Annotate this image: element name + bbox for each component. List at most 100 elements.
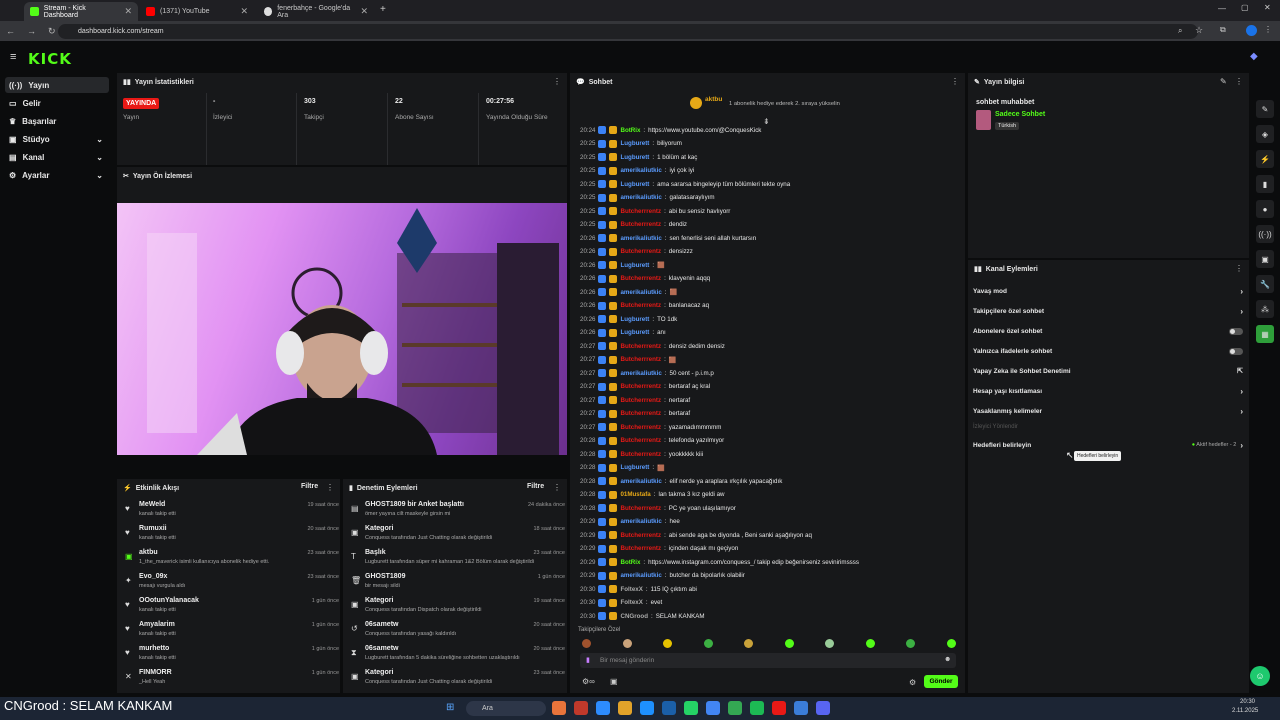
emote-icon[interactable] <box>784 639 794 648</box>
emote-icon[interactable] <box>663 639 672 648</box>
activity-username[interactable]: OOotunYalanacak <box>139 597 199 604</box>
message-username[interactable]: Butcherrrentz <box>620 532 661 539</box>
message-username[interactable]: 01Mustafa <box>620 491 650 498</box>
activity-username[interactable]: FINMORR <box>139 669 172 676</box>
forward-icon[interactable]: → <box>27 26 36 36</box>
taskbar-app-icon[interactable] <box>574 701 588 715</box>
emote-icon[interactable] <box>744 639 753 648</box>
message-username[interactable]: Lugburett <box>620 316 649 323</box>
stream-preview-video[interactable] <box>117 203 567 455</box>
message-username[interactable]: Lugburett <box>620 329 649 336</box>
activity-item[interactable]: ♥ Amyalarim kanalı takip etti 1 gün önce <box>125 621 339 643</box>
new-tab-button[interactable]: + <box>380 4 386 15</box>
moderation-item[interactable]: ▣ Kategori Conquess tarafından Just Chat… <box>351 669 565 691</box>
message-username[interactable]: amerikaliutkic <box>620 235 661 242</box>
chat-message[interactable]: 20:28 Butcherrrentz: yookkkkk kiii <box>580 448 960 460</box>
chat-message[interactable]: 20:27 Butcherrrentz: bertaraf aç kral <box>580 381 960 393</box>
message-username[interactable]: Butcherrrentz <box>620 302 661 309</box>
card-icon[interactable]: ▮ <box>1256 175 1274 193</box>
chat-message[interactable]: 20:28 Butcherrrentz: telefonda yazılmıyo… <box>580 435 960 447</box>
shield-icon[interactable]: ◈ <box>1256 125 1274 143</box>
chat-tools-icon[interactable]: ⚙∞ <box>582 677 595 686</box>
chat-message[interactable]: 20:27 Butcherrrentz: yazamadımmmmm <box>580 421 960 433</box>
taskbar-app-icon[interactable] <box>618 701 632 715</box>
emote-icon[interactable] <box>703 639 713 648</box>
pinned-user[interactable]: aktbu <box>705 96 722 103</box>
chat-message[interactable]: 20:26 amerikaliutkic: sen fenerlisi seni… <box>580 232 960 244</box>
emote-icon[interactable] <box>825 639 834 648</box>
chat-message[interactable]: 20:30 CNGrood: SELAM KANKAM <box>580 610 960 622</box>
chat-message[interactable]: 20:25 Lugburett: 1 bölüm at kaç <box>580 151 960 163</box>
sidebar-item-gelir[interactable]: ▭ Gelir <box>5 95 109 111</box>
chat-message[interactable]: 20:24 BotRix: https://www.youtube.com/@C… <box>580 124 960 136</box>
chat-message[interactable]: 20:25 amerikaliutkic: iyi çok iyi <box>580 165 960 177</box>
taskbar-app-icon[interactable] <box>794 701 808 715</box>
chat-message[interactable]: 20:28 01Mustafa: lan takma 3 kız geldi a… <box>580 489 960 501</box>
activity-username[interactable]: Evo_09x <box>139 573 167 580</box>
emote-icon[interactable] <box>582 639 591 648</box>
hamburger-menu-icon[interactable]: ≡ <box>10 51 16 63</box>
message-username[interactable]: Butcherrrentz <box>620 397 661 404</box>
chat-gift-icon[interactable]: ▣ <box>610 677 618 686</box>
chat-message[interactable]: 20:26 Butcherrrentz: banlanacaz aq <box>580 300 960 312</box>
chat-message[interactable]: 20:26 Butcherrrentz: densizzz <box>580 246 960 258</box>
wrench-icon[interactable]: 🔧 <box>1256 275 1274 293</box>
sidebar-item-basarilar[interactable]: ♛ Başarılar <box>5 113 109 129</box>
message-username[interactable]: amerikaliutkic <box>620 289 661 296</box>
chat-message[interactable]: 20:29 amerikaliutkic: hee <box>580 516 960 528</box>
message-username[interactable]: FoltexX <box>620 599 642 606</box>
activity-item[interactable]: ♥ Rumuxii kanalı takip etti 20 saat önce <box>125 525 339 547</box>
moderation-item[interactable]: ⧗ 06sametw Lugburett tarafından 5 dakika… <box>351 645 565 667</box>
message-username[interactable]: amerikaliutkic <box>620 167 661 174</box>
bolt-icon[interactable]: ⚡ <box>1256 150 1274 168</box>
message-username[interactable]: Lugburett <box>620 181 649 188</box>
activity-item[interactable]: ♥ MeWeld kanalı takip etti 19 saat önce <box>125 501 339 523</box>
taskbar-app-icon[interactable] <box>728 701 742 715</box>
chat-message[interactable]: 20:25 Butcherrrentz: dendiz <box>580 219 960 231</box>
message-username[interactable]: Butcherrrentz <box>620 410 661 417</box>
emote-icon[interactable] <box>622 639 632 648</box>
chat-message[interactable]: 20:27 amerikaliutkic: 50 cent - p.i.m.p <box>580 367 960 379</box>
message-username[interactable]: amerikaliutkic <box>620 194 661 201</box>
chat-message[interactable]: 20:29 Butcherrrentz: içinden daşak mı ge… <box>580 543 960 555</box>
chat-bubble-icon[interactable]: ● <box>1256 200 1274 218</box>
browser-tab-kick[interactable]: Stream - Kick Dashboard ✕ <box>24 2 138 21</box>
action-ai-moderation[interactable]: Yapay Zeka ile Sohbet Denetimi ⇱ <box>973 364 1243 378</box>
moderation-item[interactable]: T Başlık Lugburett tarafından süper mi k… <box>351 549 565 571</box>
message-username[interactable]: Butcherrrentz <box>620 343 661 350</box>
message-username[interactable]: amerikaliutkic <box>620 478 661 485</box>
more-options-icon[interactable]: ⋮ <box>1235 77 1243 86</box>
action-set-goals[interactable]: Hedefleri belirleyin ● Aktif hedefler - 2… <box>973 438 1243 452</box>
taskbar-app-icon[interactable] <box>684 701 698 715</box>
message-username[interactable]: Butcherrrentz <box>620 248 661 255</box>
maximize-button[interactable]: ▢ <box>1241 3 1249 12</box>
message-username[interactable]: Lugburett <box>620 262 649 269</box>
chat-message[interactable]: 20:27 Butcherrrentz: bertaraf <box>580 408 960 420</box>
bookmark-star-icon[interactable]: ☆ <box>1195 25 1203 36</box>
kick-logo[interactable]: KICK <box>28 50 72 68</box>
share-icon[interactable]: ⁂ <box>1256 300 1274 318</box>
message-username[interactable]: amerikaliutkic <box>620 370 661 377</box>
close-tab-icon[interactable]: ✕ <box>360 6 368 17</box>
start-menu-icon[interactable]: ⊞ <box>446 702 454 713</box>
close-tab-icon[interactable]: ✕ <box>240 6 248 17</box>
message-username[interactable]: BotRix <box>620 559 640 566</box>
minimize-button[interactable]: — <box>1218 4 1226 13</box>
taskbar-app-icon[interactable] <box>552 701 566 715</box>
activity-item[interactable]: ♥ OOotunYalanacak kanalı takip etti 1 gü… <box>125 597 339 619</box>
taskbar-app-icon[interactable] <box>706 701 720 715</box>
gift-prompt[interactable]: 1 abonelik hediye ederek 2. sıraya yükse… <box>729 101 840 107</box>
message-username[interactable]: Butcherrrentz <box>620 275 661 282</box>
chat-message[interactable]: 20:27 Butcherrrentz: 🟫 <box>580 354 960 366</box>
moderation-item[interactable]: ▤ GHOST1809 bir Anket başlattı ömer yayı… <box>351 501 565 523</box>
more-options-icon[interactable]: ⋮ <box>326 483 334 492</box>
emote-picker-icon[interactable]: ▮ <box>586 656 590 664</box>
message-username[interactable]: Butcherrrentz <box>620 505 661 512</box>
edit-icon[interactable]: ✎ <box>1220 77 1227 86</box>
chat-message[interactable]: 20:26 Lugburett: TO 1dk <box>580 313 960 325</box>
user-menu-icon[interactable]: ◆ <box>1250 51 1258 62</box>
action-slow-mode[interactable]: Yavaş mod › <box>973 284 1243 298</box>
more-options-icon[interactable]: ⋮ <box>951 77 959 86</box>
chat-message[interactable]: 20:28 amerikaliutkic: elif nerde ya arap… <box>580 475 960 487</box>
more-options-icon[interactable]: ⋮ <box>553 77 561 86</box>
